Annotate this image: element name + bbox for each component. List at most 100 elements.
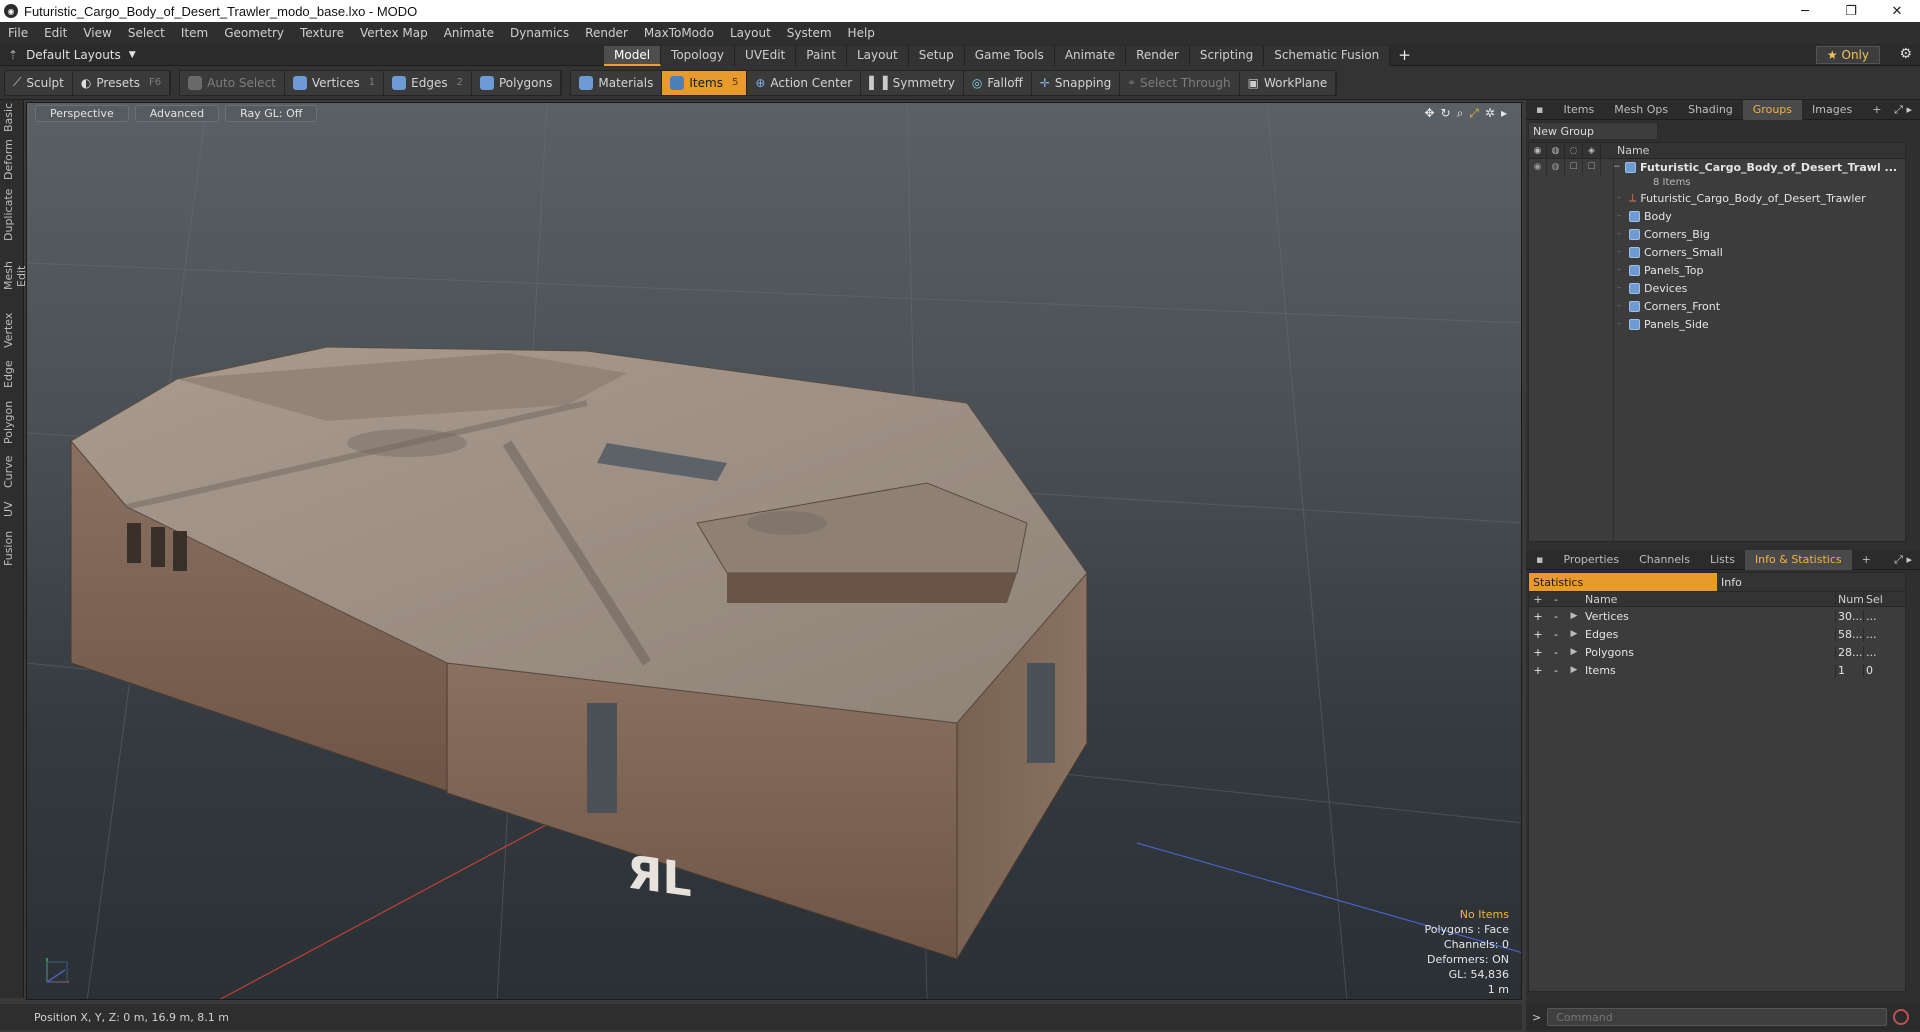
vtab-edge[interactable]: Edge bbox=[2, 358, 22, 390]
tree-item-devices[interactable]: – Devices bbox=[1529, 279, 1905, 297]
falloff-button[interactable]: ◎ Falloff bbox=[964, 70, 1032, 95]
vtab-curve[interactable]: Curve bbox=[2, 454, 22, 490]
add-tab-button[interactable]: + bbox=[1390, 46, 1419, 66]
remove-selection-button[interactable]: - bbox=[1547, 646, 1565, 659]
vtab-deform[interactable]: Deform bbox=[2, 139, 22, 180]
stat-row-items[interactable]: + - ▶ Items 1 0 bbox=[1529, 661, 1905, 679]
menu-view[interactable]: View bbox=[75, 26, 119, 40]
maximize-button[interactable]: ❐ bbox=[1828, 0, 1874, 22]
tree-item-body[interactable]: – Body bbox=[1529, 207, 1905, 225]
vtab-mesh-edit[interactable]: Mesh Edit bbox=[2, 250, 28, 302]
view-mode-dropdown[interactable]: Perspective bbox=[35, 105, 129, 122]
add-selection-button[interactable]: + bbox=[1529, 628, 1547, 641]
action-center-button[interactable]: ⊕ Action Center bbox=[747, 70, 862, 95]
vtab-fusion[interactable]: Fusion bbox=[2, 528, 22, 568]
menu-help[interactable]: Help bbox=[840, 26, 883, 40]
zoom-view-icon[interactable]: ⌕ bbox=[1457, 106, 1464, 121]
add-selection-button[interactable]: + bbox=[1529, 646, 1547, 659]
select-through-button[interactable]: ⌖ Select Through bbox=[1120, 70, 1240, 95]
stat-row-vertices[interactable]: + - ▶ Vertices 30... ... bbox=[1529, 607, 1905, 625]
polygons-button[interactable]: Polygons bbox=[472, 70, 562, 95]
tab-scripting[interactable]: Scripting bbox=[1189, 46, 1265, 66]
menu-animate[interactable]: Animate bbox=[436, 26, 502, 40]
vertices-button[interactable]: Vertices 1 bbox=[285, 70, 385, 95]
panel-expand-icon[interactable]: ⤢ ▸ bbox=[1894, 553, 1912, 567]
tab-info-statistics[interactable]: Info & Statistics bbox=[1744, 549, 1852, 570]
only-toggle[interactable]: ★ Only bbox=[1815, 46, 1880, 64]
menu-maxtomodo[interactable]: MaxToModo bbox=[636, 26, 722, 40]
add-selection-button[interactable]: + bbox=[1529, 664, 1547, 677]
vtab-polygon[interactable]: Polygon bbox=[2, 398, 22, 446]
stat-row-polygons[interactable]: + - ▶ Polygons 28... ... bbox=[1529, 643, 1905, 661]
tab-paint[interactable]: Paint bbox=[796, 46, 847, 66]
vtab-uv[interactable]: UV bbox=[2, 498, 22, 520]
add-selection-button[interactable]: + bbox=[1529, 610, 1547, 623]
tab-lists[interactable]: Lists bbox=[1700, 550, 1745, 570]
tab-layout[interactable]: Layout bbox=[846, 46, 909, 66]
close-button[interactable]: ✕ bbox=[1874, 0, 1920, 22]
auto-select-button[interactable]: Auto Select bbox=[180, 70, 285, 95]
3d-viewport[interactable]: Perspective Advanced Ray GL: Off ✥ ↻ ⌕ ⤢… bbox=[26, 102, 1522, 1000]
minimize-button[interactable]: ─ bbox=[1782, 0, 1828, 22]
tab-images[interactable]: Images bbox=[1802, 100, 1862, 120]
tab-topology[interactable]: Topology bbox=[661, 46, 736, 66]
menu-render[interactable]: Render bbox=[577, 26, 636, 40]
menu-geometry[interactable]: Geometry bbox=[216, 26, 292, 40]
menu-system[interactable]: System bbox=[779, 26, 840, 40]
move-view-icon[interactable]: ✥ bbox=[1424, 106, 1434, 121]
expand-arrow-icon[interactable]: ▶ bbox=[1565, 611, 1583, 621]
vtab-duplicate[interactable]: Duplicate bbox=[2, 188, 22, 242]
items-button[interactable]: Items 5 bbox=[662, 70, 748, 95]
viewport-expand-icon[interactable]: ▸ bbox=[1501, 106, 1507, 121]
vtab-vertex[interactable]: Vertex bbox=[2, 310, 22, 350]
tab-uvedit[interactable]: UVEdit bbox=[735, 46, 797, 66]
menu-edit[interactable]: Edit bbox=[36, 26, 75, 40]
tab-mesh-ops[interactable]: Mesh Ops bbox=[1604, 100, 1678, 120]
tree-item-corners-small[interactable]: – Corners_Small bbox=[1529, 243, 1905, 261]
tab-model[interactable]: Model bbox=[604, 46, 662, 66]
remove-selection-button[interactable]: - bbox=[1547, 628, 1565, 641]
tree-item-panels-side[interactable]: – Panels_Side bbox=[1529, 315, 1905, 333]
tab-schematic-fusion[interactable]: Schematic Fusion bbox=[1264, 46, 1391, 66]
vtab-basic[interactable]: Basic bbox=[2, 103, 22, 132]
tab-shading[interactable]: Shading bbox=[1678, 100, 1743, 120]
record-macro-icon[interactable] bbox=[1893, 1009, 1910, 1025]
shading-dropdown[interactable]: Advanced bbox=[134, 105, 220, 122]
gear-icon[interactable]: ⚙ bbox=[1899, 46, 1912, 62]
tab-render[interactable]: Render bbox=[1126, 46, 1190, 66]
subtab-statistics[interactable]: Statistics bbox=[1529, 573, 1717, 591]
tree-item-locator[interactable]: – ⟂ Futuristic_Cargo_Body_of_Desert_Traw… bbox=[1529, 189, 1905, 207]
tree-item-panels-top[interactable]: – Panels_Top bbox=[1529, 261, 1905, 279]
remove-selection-button[interactable]: - bbox=[1547, 610, 1565, 623]
fit-view-icon[interactable]: ⤢ bbox=[1469, 106, 1479, 121]
rotate-view-icon[interactable]: ↻ bbox=[1441, 106, 1451, 121]
new-group-button[interactable]: New Group bbox=[1528, 122, 1658, 140]
tree-item-corners-big[interactable]: – Corners_Big bbox=[1529, 225, 1905, 243]
symmetry-button[interactable]: ▌▐ Symmetry bbox=[861, 70, 964, 95]
layout-selector[interactable]: ⇡ Default Layouts ▼ bbox=[8, 48, 148, 62]
viewport-settings-icon[interactable]: ✲ bbox=[1485, 106, 1495, 121]
tab-items[interactable]: Items bbox=[1553, 100, 1604, 120]
workplane-button[interactable]: ▣ WorkPlane bbox=[1240, 70, 1337, 95]
command-input[interactable] bbox=[1547, 1008, 1888, 1026]
tab-animate[interactable]: Animate bbox=[1054, 46, 1127, 66]
edges-button[interactable]: Edges 2 bbox=[384, 70, 472, 95]
materials-button[interactable]: Materials bbox=[571, 70, 663, 95]
expand-arrow-icon[interactable]: ▶ bbox=[1565, 629, 1583, 639]
sculpt-button[interactable]: ⟋ Sculpt bbox=[5, 70, 73, 95]
tab-game-tools[interactable]: Game Tools bbox=[964, 46, 1055, 66]
tab-properties[interactable]: Properties bbox=[1553, 550, 1629, 570]
collapse-icon[interactable]: − bbox=[1613, 162, 1625, 172]
menu-item[interactable]: Item bbox=[173, 26, 216, 40]
expand-arrow-icon[interactable]: ▶ bbox=[1565, 647, 1583, 657]
tree-item-corners-front[interactable]: – Corners_Front bbox=[1529, 297, 1905, 315]
menu-file[interactable]: File bbox=[0, 26, 36, 40]
raygl-dropdown[interactable]: Ray GL: Off bbox=[225, 105, 318, 122]
tab-groups[interactable]: Groups bbox=[1742, 99, 1803, 120]
snapping-button[interactable]: ✛ Snapping bbox=[1032, 70, 1121, 95]
presets-button[interactable]: ◐ Presets F6 bbox=[73, 70, 171, 95]
subtab-info[interactable]: Info bbox=[1717, 573, 1905, 591]
menu-dynamics[interactable]: Dynamics bbox=[502, 26, 577, 40]
remove-selection-button[interactable]: - bbox=[1547, 664, 1565, 677]
stat-row-edges[interactable]: + - ▶ Edges 58... ... bbox=[1529, 625, 1905, 643]
